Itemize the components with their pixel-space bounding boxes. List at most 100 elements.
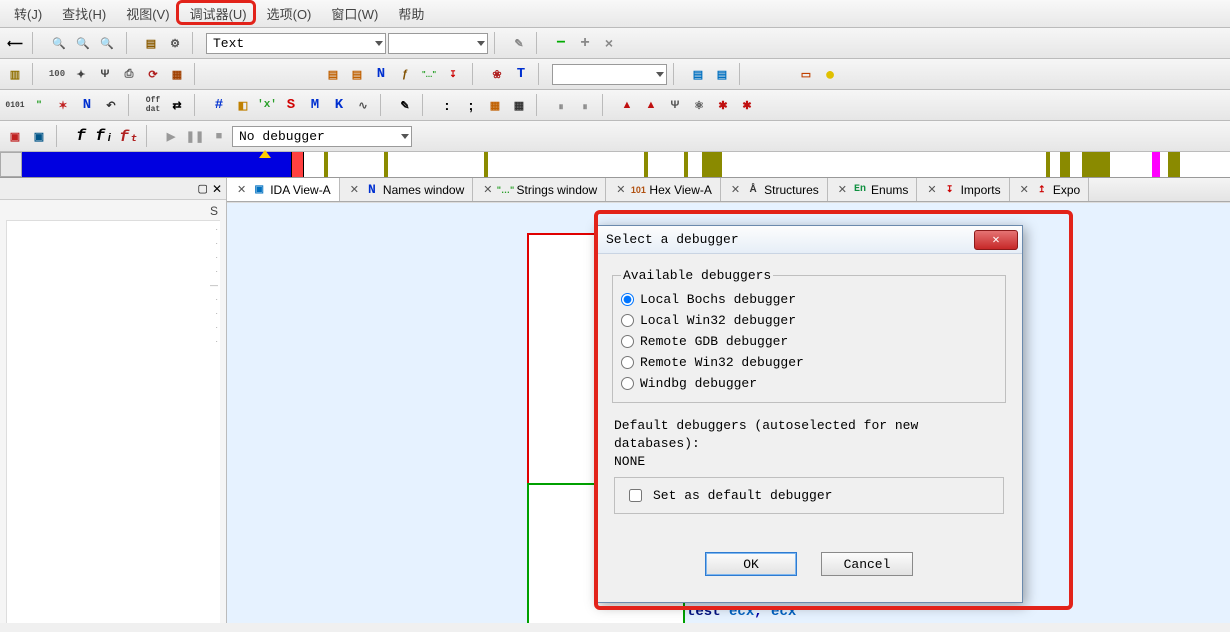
print-icon[interactable]: ⎙ bbox=[118, 63, 140, 85]
refresh-icon[interactable]: ⟳ bbox=[142, 63, 164, 85]
overview-dropdown[interactable] bbox=[0, 152, 22, 177]
binoculars-icon-3[interactable]: 🔍 bbox=[96, 32, 118, 54]
ok-button[interactable]: OK bbox=[705, 552, 797, 576]
spider2-icon[interactable]: ✱ bbox=[736, 94, 758, 116]
close-icon[interactable]: ✕ bbox=[481, 183, 494, 196]
asterisk-icon[interactable]: ✶ bbox=[52, 94, 74, 116]
stop-icon[interactable]: ■ bbox=[208, 125, 230, 147]
off-icon[interactable]: Offdat bbox=[142, 94, 164, 116]
cancel-button[interactable]: Cancel bbox=[821, 552, 913, 576]
n-icon[interactable]: N bbox=[370, 63, 392, 85]
menu-help[interactable]: 帮助 bbox=[388, 0, 434, 27]
layout-icon-2[interactable]: ▤ bbox=[711, 63, 733, 85]
functions-list[interactable]: ···· — ···· bbox=[6, 220, 220, 623]
radio-input[interactable] bbox=[621, 314, 634, 327]
dot-icon[interactable]: ● bbox=[819, 63, 841, 85]
spider-icon[interactable]: ✱ bbox=[712, 94, 734, 116]
set-default-checkbox[interactable] bbox=[629, 489, 642, 502]
brace-icon[interactable]: ◧ bbox=[232, 94, 254, 116]
menu-options[interactable]: 选项(O) bbox=[257, 0, 322, 27]
radio-local-win32[interactable]: Local Win32 debugger bbox=[621, 310, 997, 331]
module-icon[interactable]: ▤ bbox=[322, 63, 344, 85]
menu-window[interactable]: 窗口(W) bbox=[321, 0, 388, 27]
radio-remote-gdb[interactable]: Remote GDB debugger bbox=[621, 331, 997, 352]
tab-structures[interactable]: ✕ Å Structures bbox=[721, 178, 828, 201]
chart2-icon[interactable]: ₗₗ bbox=[574, 94, 596, 116]
radio-input[interactable] bbox=[621, 335, 634, 348]
graph-icon[interactable]: ✦ bbox=[70, 63, 92, 85]
radio-local-bochs[interactable]: Local Bochs debugger bbox=[621, 289, 997, 310]
menu-goto[interactable]: 转(J) bbox=[4, 0, 52, 27]
win-icon[interactable]: ▦ bbox=[484, 94, 506, 116]
func-ft-icon[interactable]: fₜ bbox=[118, 125, 140, 147]
hash-icon[interactable]: # bbox=[208, 94, 230, 116]
text-mode-combo[interactable]: Text bbox=[206, 33, 386, 54]
empty-combo[interactable] bbox=[388, 33, 488, 54]
radio-input[interactable] bbox=[621, 293, 634, 306]
close-icon[interactable]: ✕ bbox=[235, 183, 248, 196]
x-icon[interactable]: × bbox=[598, 32, 620, 54]
win2-icon[interactable]: ▦ bbox=[508, 94, 530, 116]
N-icon[interactable]: N bbox=[76, 94, 98, 116]
tri-red-icon[interactable]: ▲ bbox=[616, 94, 638, 116]
close-icon[interactable]: ✕ bbox=[348, 183, 361, 196]
dialog-close-button[interactable]: ✕ bbox=[974, 230, 1018, 250]
func-fi-icon[interactable]: fᵢ bbox=[94, 125, 116, 147]
play-icon[interactable]: ▶ bbox=[160, 125, 182, 147]
panel-undock-icon[interactable]: ▢ bbox=[198, 182, 208, 195]
semicolon-icon[interactable]: ; bbox=[460, 94, 482, 116]
gear-icon[interactable]: ⚙ bbox=[164, 32, 186, 54]
radio-windbg[interactable]: Windbg debugger bbox=[621, 373, 997, 394]
undo-icon[interactable]: ↶ bbox=[100, 94, 122, 116]
tree-icon[interactable]: Ψ bbox=[94, 63, 116, 85]
close-icon[interactable]: ✕ bbox=[925, 183, 938, 196]
radio-input[interactable] bbox=[621, 356, 634, 369]
func-f-icon[interactable]: f bbox=[70, 125, 92, 147]
plus-icon[interactable]: + bbox=[574, 32, 596, 54]
str-icon[interactable]: "..." bbox=[418, 63, 440, 85]
chart-icon[interactable]: ₗₗ bbox=[550, 94, 572, 116]
radio-input[interactable] bbox=[621, 377, 634, 390]
colon-icon[interactable]: : bbox=[436, 94, 458, 116]
close-icon[interactable]: ✕ bbox=[614, 183, 627, 196]
t-icon[interactable]: T bbox=[510, 63, 532, 85]
radio-remote-win32[interactable]: Remote Win32 debugger bbox=[621, 352, 997, 373]
K-icon[interactable]: K bbox=[328, 94, 350, 116]
overview-strip[interactable] bbox=[22, 152, 1230, 177]
func-icon[interactable]: ƒ bbox=[394, 63, 416, 85]
frame-icon[interactable]: ▣ bbox=[4, 125, 26, 147]
chip-icon[interactable]: ▤ bbox=[140, 32, 162, 54]
minus-icon[interactable]: − bbox=[550, 32, 572, 54]
doc-icon[interactable]: ▭ bbox=[795, 63, 817, 85]
wave-icon[interactable]: ∿ bbox=[352, 94, 374, 116]
S-icon[interactable]: S bbox=[280, 94, 302, 116]
grid-icon[interactable]: ▦ bbox=[166, 63, 188, 85]
quotes-icon[interactable]: " bbox=[28, 94, 50, 116]
dialog-titlebar[interactable]: Select a debugger ✕ bbox=[596, 226, 1022, 254]
x-green-icon[interactable]: 'x' bbox=[256, 94, 278, 116]
tab-ida-view-a[interactable]: ✕ ▣ IDA View-A bbox=[227, 178, 340, 201]
binoculars-icon[interactable]: 🔍 bbox=[48, 32, 70, 54]
bits-icon[interactable]: 0101 bbox=[4, 94, 26, 116]
close-icon[interactable]: ✕ bbox=[836, 183, 849, 196]
menu-find[interactable]: 查找(H) bbox=[52, 0, 116, 27]
toolbar-back-icon[interactable]: ⟵ bbox=[4, 32, 26, 54]
tab-hex[interactable]: ✕ 101 Hex View-A bbox=[606, 178, 721, 201]
hex-100-icon[interactable]: 100 bbox=[46, 63, 68, 85]
tab-enums[interactable]: ✕ En Enums bbox=[828, 178, 918, 201]
combo-debugtype[interactable] bbox=[552, 64, 667, 85]
module-icon-2[interactable]: ▤ bbox=[346, 63, 368, 85]
tab-exports[interactable]: ✕ ↥ Expo bbox=[1010, 178, 1090, 201]
highlighter-icon[interactable]: ✎ bbox=[508, 32, 530, 54]
pause-icon[interactable]: ❚❚ bbox=[184, 125, 206, 147]
swap-icon[interactable]: ⇄ bbox=[166, 94, 188, 116]
close-icon[interactable]: ✕ bbox=[729, 183, 742, 196]
close-icon[interactable]: ✕ bbox=[1018, 183, 1031, 196]
binoculars-icon-2[interactable]: 🔍 bbox=[72, 32, 94, 54]
debugger-combo[interactable]: No debugger bbox=[232, 126, 412, 147]
frame2-icon[interactable]: ▣ bbox=[28, 125, 50, 147]
imp-icon[interactable]: ↧ bbox=[442, 63, 464, 85]
panel-close-icon[interactable]: ✕ bbox=[212, 182, 222, 196]
menu-view[interactable]: 视图(V) bbox=[116, 0, 179, 27]
menu-debugger[interactable]: 调试器(U) bbox=[180, 0, 257, 27]
